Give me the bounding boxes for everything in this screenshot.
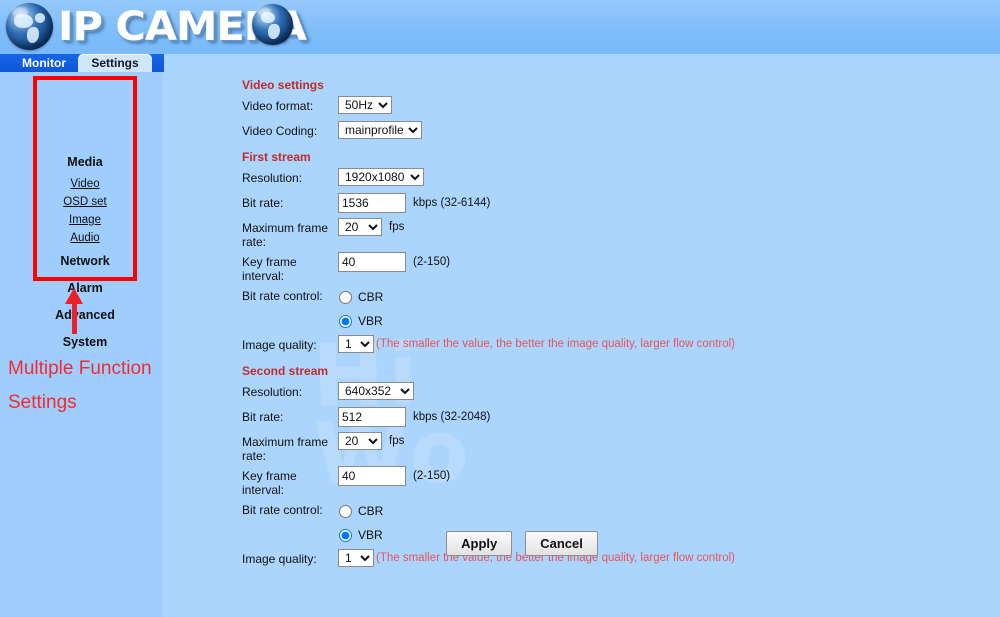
sidebar-item-system[interactable]: System: [33, 328, 137, 355]
row-first-max-frame-rate: Maximum frame rate: 20 fps: [242, 218, 802, 249]
label-first-bit-rate-control: Bit rate control:: [242, 289, 323, 303]
first-cbr-radio[interactable]: [339, 290, 352, 304]
second-frame-rate-unit: fps: [389, 435, 405, 447]
app-header: IP CAMERA: [0, 0, 1000, 54]
page-root: IP CAMERA Monitor Settings Media Video O…: [0, 0, 1000, 617]
second-resolution-select[interactable]: 640x352: [338, 382, 414, 400]
tab-bar: Monitor Settings: [0, 54, 164, 72]
globe-icon: [252, 4, 293, 45]
row-video-format: Video format: 50Hz: [242, 96, 802, 118]
tab-monitor[interactable]: Monitor: [10, 54, 78, 72]
label-video-coding: Video Coding:: [242, 124, 318, 138]
sidebar-item-alarm[interactable]: Alarm: [33, 274, 137, 301]
second-bit-rate-input[interactable]: [338, 407, 406, 427]
first-key-frame-interval-input[interactable]: [338, 252, 406, 272]
first-vbr-label: VBR: [358, 314, 383, 328]
second-cbr-radio[interactable]: [339, 504, 352, 518]
sidebar-item-image[interactable]: Image: [33, 211, 137, 229]
row-first-bit-rate: Bit rate: kbps (32-6144): [242, 193, 802, 215]
first-key-frame-range: (2-150): [413, 256, 451, 268]
section-title-first-stream: First stream: [242, 150, 311, 164]
globe-icon: [6, 3, 53, 50]
row-second-resolution: Resolution: 640x352: [242, 382, 802, 404]
video-coding-select[interactable]: mainprofile: [338, 121, 422, 139]
second-cbr-option[interactable]: CBR: [338, 500, 383, 522]
first-image-quality-hint: (The smaller the value, the better the i…: [376, 338, 736, 350]
first-vbr-option[interactable]: VBR: [338, 310, 383, 332]
row-first-resolution: Resolution: 1920x1080: [242, 168, 802, 190]
label-second-bit-rate-control: Bit rate control:: [242, 503, 323, 517]
sidebar-item-osd-set[interactable]: OSD set: [33, 193, 137, 211]
row-second-max-frame-rate: Maximum frame rate: 20 fps: [242, 432, 802, 463]
label-first-resolution: Resolution:: [242, 171, 303, 185]
video-format-select[interactable]: 50Hz: [338, 96, 392, 114]
row-second-bit-rate: Bit rate: kbps (32-2048): [242, 407, 802, 429]
first-bit-rate-input[interactable]: [338, 193, 406, 213]
first-max-frame-rate-select[interactable]: 20: [338, 218, 382, 236]
annotation-arrow-shaft: [72, 302, 77, 334]
second-key-frame-interval-input[interactable]: [338, 466, 406, 486]
video-settings-form: Video settings Video format: 50Hz Video …: [242, 78, 802, 574]
first-cbr-label: CBR: [358, 290, 384, 304]
cancel-button[interactable]: Cancel: [525, 531, 598, 556]
row-first-bit-rate-control: Bit rate control: CBR VBR: [242, 286, 802, 332]
first-frame-rate-unit: fps: [389, 221, 405, 233]
row-video-coding: Video Coding: mainprofile: [242, 121, 802, 143]
tab-settings[interactable]: Settings: [78, 54, 152, 72]
second-key-frame-range: (2-150): [413, 470, 451, 482]
label-video-format: Video format:: [242, 99, 314, 113]
apply-button[interactable]: Apply: [446, 531, 513, 556]
label-second-resolution: Resolution:: [242, 385, 303, 399]
label-second-key-frame-interval: Key frame interval:: [242, 469, 297, 497]
section-title-second-stream: Second stream: [242, 364, 329, 378]
label-second-max-frame-rate: Maximum frame rate:: [242, 435, 329, 463]
annotation-arrow-icon: [65, 288, 83, 304]
sidebar-item-media[interactable]: Media: [33, 148, 137, 175]
row-first-key-frame-interval: Key frame interval: (2-150): [242, 252, 802, 283]
second-cbr-label: CBR: [358, 504, 384, 518]
first-resolution-select[interactable]: 1920x1080: [338, 168, 424, 186]
label-first-max-frame-rate: Maximum frame rate:: [242, 221, 329, 249]
section-title-video-settings: Video settings: [242, 78, 324, 92]
annotation-label: Multiple Function Settings: [8, 358, 152, 413]
first-vbr-radio[interactable]: [339, 314, 352, 328]
sidebar-menu: Media Video OSD set Image Audio Network …: [33, 148, 137, 355]
row-first-image-quality: Image quality: 1 (The smaller the value,…: [242, 335, 802, 357]
form-actions: Apply Cancel: [242, 531, 802, 556]
second-bit-rate-unit: kbps (32-2048): [413, 411, 491, 423]
label-second-bit-rate: Bit rate:: [242, 410, 284, 424]
page-title: IP CAMERA: [58, 4, 307, 50]
sidebar-item-advanced[interactable]: Advanced: [33, 301, 137, 328]
label-first-bit-rate: Bit rate:: [242, 196, 284, 210]
sidebar-item-network[interactable]: Network: [33, 247, 137, 274]
label-first-image-quality: Image quality:: [242, 338, 317, 352]
sidebar: Media Video OSD set Image Audio Network …: [0, 72, 163, 617]
second-max-frame-rate-select[interactable]: 20: [338, 432, 382, 450]
sidebar-item-video[interactable]: Video: [33, 175, 137, 193]
label-first-key-frame-interval: Key frame interval:: [242, 255, 297, 283]
first-image-quality-select[interactable]: 1: [338, 335, 374, 353]
row-second-key-frame-interval: Key frame interval: (2-150): [242, 466, 802, 497]
first-cbr-option[interactable]: CBR: [338, 286, 383, 308]
sidebar-item-audio[interactable]: Audio: [33, 229, 137, 247]
first-bit-rate-unit: kbps (32-6144): [413, 197, 491, 209]
